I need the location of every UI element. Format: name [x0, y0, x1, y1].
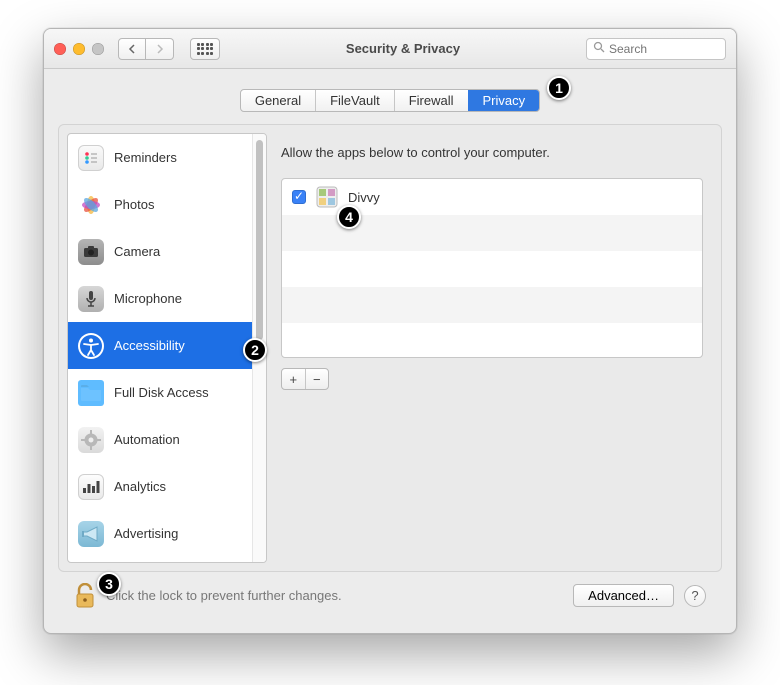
- detail-header: Allow the apps below to control your com…: [281, 145, 703, 160]
- annotation-2: 2: [243, 338, 267, 362]
- sidebar-item-microphone[interactable]: Microphone: [68, 275, 266, 322]
- sidebar-item-label: Camera: [114, 244, 160, 259]
- sidebar-item-full-disk-access[interactable]: Full Disk Access: [68, 369, 266, 416]
- annotation-1: 1: [547, 76, 571, 100]
- window-title: Security & Privacy: [228, 41, 578, 56]
- sidebar-item-label: Full Disk Access: [114, 385, 209, 400]
- sidebar-list[interactable]: Reminders Photos Camera: [68, 134, 266, 562]
- tab-segment: General FileVault Firewall Privacy: [240, 89, 540, 112]
- titlebar: Security & Privacy: [44, 29, 736, 69]
- grid-icon: [197, 43, 214, 55]
- tab-row: General FileVault Firewall Privacy: [58, 89, 722, 112]
- lock-button[interactable]: [74, 582, 96, 609]
- photos-icon: [78, 192, 104, 218]
- app-name: Divvy: [348, 190, 380, 205]
- annotation-4: 4: [337, 205, 361, 229]
- privacy-sidebar: Reminders Photos Camera: [67, 133, 267, 563]
- sidebar-item-reminders[interactable]: Reminders: [68, 134, 266, 181]
- sidebar-item-analytics[interactable]: Analytics: [68, 463, 266, 510]
- microphone-icon: [78, 286, 104, 312]
- app-checkbox[interactable]: [292, 190, 306, 204]
- tab-general[interactable]: General: [241, 90, 315, 111]
- prefs-window: Security & Privacy General FileVault Fir…: [43, 28, 737, 634]
- advanced-button[interactable]: Advanced…: [573, 584, 674, 607]
- tab-filevault[interactable]: FileVault: [315, 90, 394, 111]
- analytics-icon: [78, 474, 104, 500]
- footer: Click the lock to prevent further change…: [58, 572, 722, 623]
- search-icon: [593, 41, 605, 56]
- lock-icon: [75, 583, 95, 609]
- sidebar-item-label: Accessibility: [114, 338, 185, 353]
- folder-icon: [78, 380, 104, 406]
- sidebar-item-advertising[interactable]: Advertising: [68, 510, 266, 557]
- scroll-thumb[interactable]: [256, 140, 263, 340]
- app-row-empty: [282, 251, 702, 287]
- back-button[interactable]: [118, 38, 146, 60]
- close-icon[interactable]: [54, 43, 66, 55]
- content: General FileVault Firewall Privacy Remin…: [44, 69, 736, 633]
- gear-icon: [78, 427, 104, 453]
- reminders-icon: [78, 145, 104, 171]
- app-icon: [316, 186, 338, 208]
- sidebar-item-automation[interactable]: Automation: [68, 416, 266, 463]
- main-panel: Reminders Photos Camera: [58, 124, 722, 572]
- sidebar-item-label: Advertising: [114, 526, 178, 541]
- help-button[interactable]: ?: [684, 585, 706, 607]
- add-button[interactable]: +: [282, 369, 306, 389]
- sidebar-item-label: Microphone: [114, 291, 182, 306]
- search-field[interactable]: [586, 38, 726, 60]
- add-remove-control: + −: [281, 368, 329, 390]
- chevron-left-icon: [128, 44, 136, 54]
- app-row-empty: [282, 323, 702, 359]
- sidebar-item-label: Photos: [114, 197, 154, 212]
- accessibility-icon: [78, 333, 104, 359]
- sidebar-item-camera[interactable]: Camera: [68, 228, 266, 275]
- search-input[interactable]: [609, 42, 719, 56]
- sidebar-item-label: Reminders: [114, 150, 177, 165]
- tab-privacy[interactable]: Privacy: [468, 90, 540, 111]
- show-all-button[interactable]: [190, 38, 220, 60]
- tab-firewall[interactable]: Firewall: [394, 90, 468, 111]
- remove-button[interactable]: −: [306, 369, 329, 389]
- zoom-icon: [92, 43, 104, 55]
- nav-buttons: [118, 38, 174, 60]
- sidebar-item-label: Automation: [114, 432, 180, 447]
- app-row-empty: [282, 287, 702, 323]
- sidebar-item-accessibility[interactable]: Accessibility: [68, 322, 266, 369]
- detail-pane: Allow the apps below to control your com…: [267, 133, 713, 563]
- lock-text: Click the lock to prevent further change…: [106, 588, 342, 603]
- camera-icon: [78, 239, 104, 265]
- sidebar-item-label: Analytics: [114, 479, 166, 494]
- forward-button[interactable]: [146, 38, 174, 60]
- annotation-3: 3: [97, 572, 121, 596]
- sidebar-item-photos[interactable]: Photos: [68, 181, 266, 228]
- traffic-lights: [54, 43, 104, 55]
- megaphone-icon: [78, 521, 104, 547]
- minimize-icon[interactable]: [73, 43, 85, 55]
- chevron-right-icon: [156, 44, 164, 54]
